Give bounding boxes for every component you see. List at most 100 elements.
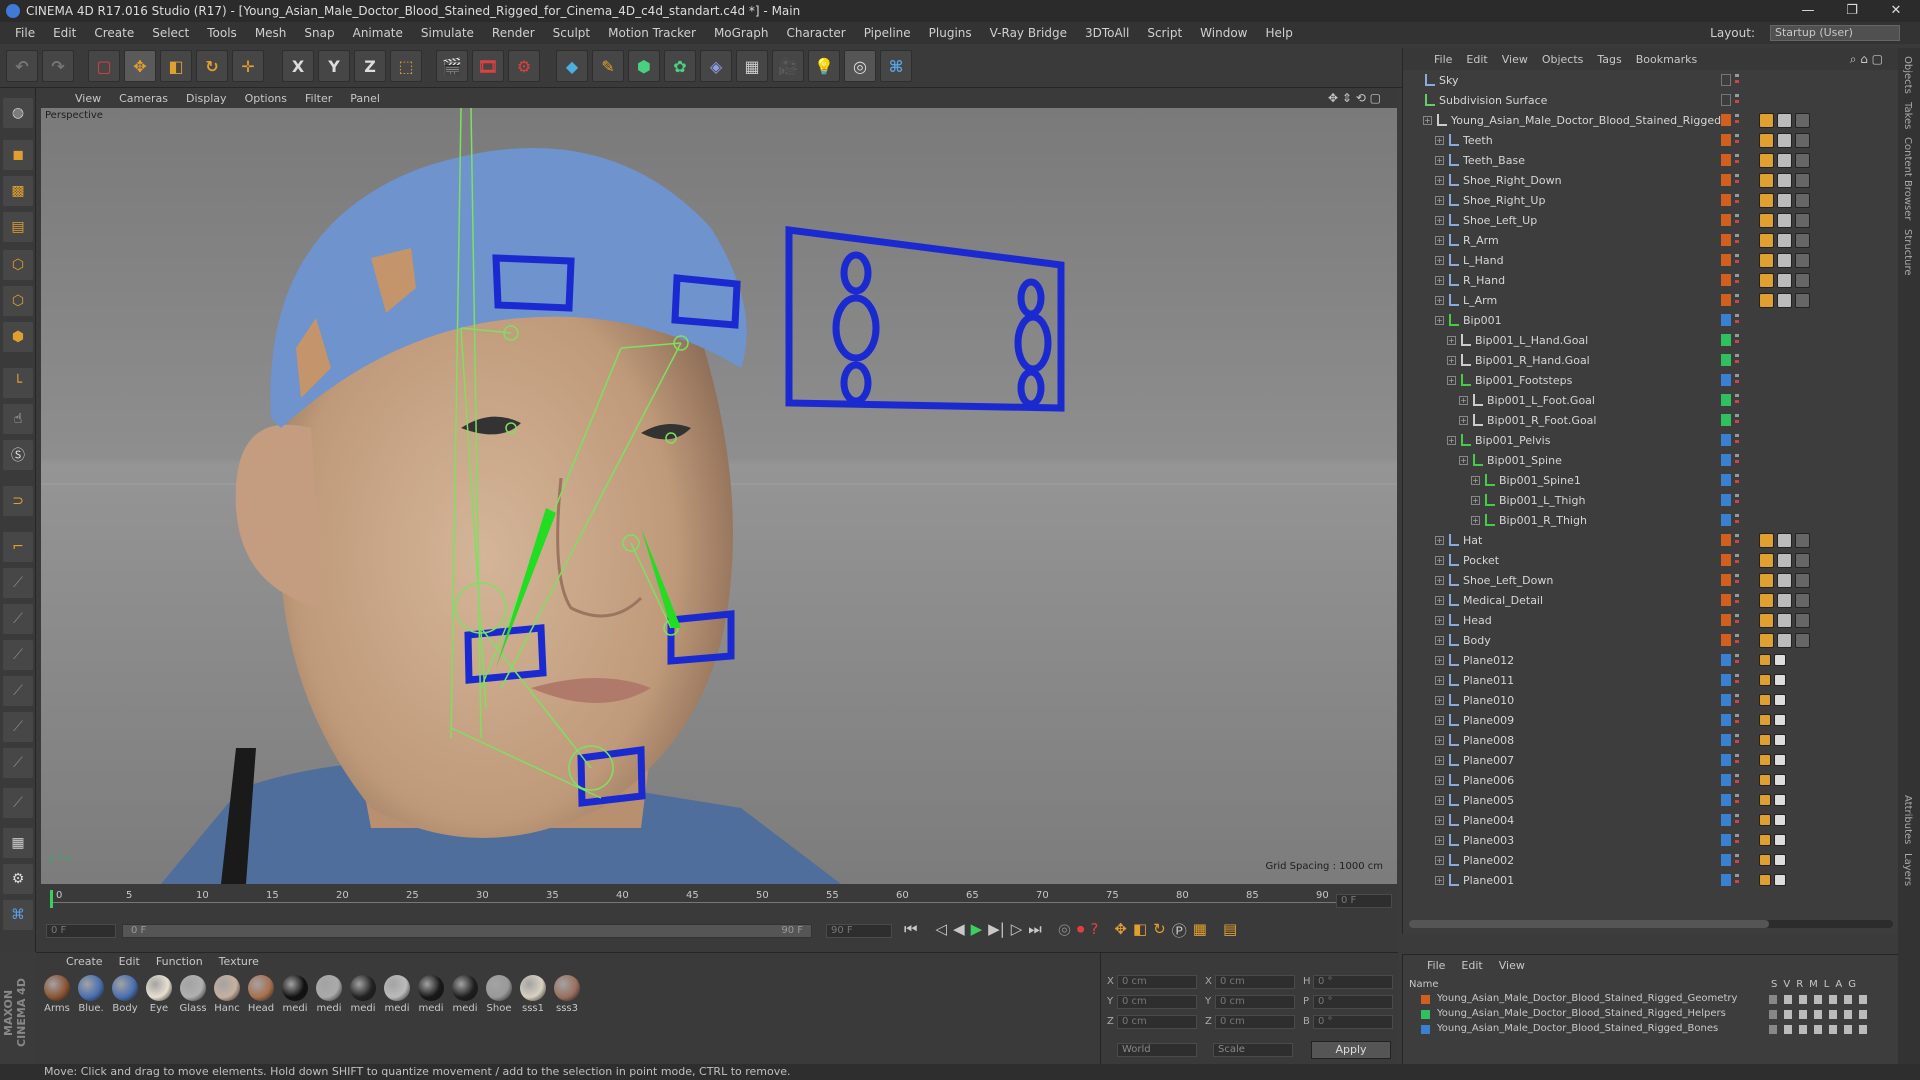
layer-empty-chip[interactable] bbox=[1721, 74, 1731, 86]
object-tag-icon[interactable] bbox=[1759, 232, 1774, 248]
layer-color-chip[interactable] bbox=[1721, 574, 1731, 586]
visibility-dots-icon[interactable] bbox=[1735, 434, 1739, 446]
layer-color-chip[interactable] bbox=[1721, 294, 1731, 306]
layer-color-chip[interactable] bbox=[1421, 1010, 1430, 1019]
visibility-dots-icon[interactable] bbox=[1735, 594, 1739, 606]
autokey-icon[interactable]: ⏺ bbox=[1077, 920, 1085, 941]
render-settings-icon[interactable]: ⚙ bbox=[508, 50, 540, 82]
visibility-dots-icon[interactable] bbox=[1735, 754, 1739, 766]
viewport-menu-view[interactable]: View bbox=[66, 92, 110, 105]
object-row[interactable]: + Shoe_Left_Down bbox=[1403, 570, 1899, 590]
object-tag-icon[interactable] bbox=[1774, 774, 1786, 786]
grid-snap-icon[interactable]: ▦ bbox=[3, 828, 33, 858]
edges-mode-icon[interactable]: ⬡ bbox=[3, 286, 33, 316]
pla-key-icon[interactable]: ▦ bbox=[1193, 920, 1207, 941]
deformer-icon[interactable]: ◈ bbox=[700, 50, 732, 82]
layout-dropdown[interactable]: Startup (User) bbox=[1770, 25, 1900, 41]
play-icon[interactable]: ▶ bbox=[971, 920, 983, 941]
expand-toggle-icon[interactable]: + bbox=[1435, 315, 1444, 325]
material-swatch[interactable]: medi bbox=[382, 975, 412, 1014]
rotation-key-icon[interactable]: ↻ bbox=[1153, 920, 1166, 941]
material-swatch[interactable]: medi bbox=[348, 975, 378, 1014]
object-tag-icon[interactable] bbox=[1774, 734, 1786, 746]
coord-field[interactable]: 0 cm bbox=[1215, 975, 1295, 989]
layer-color-chip[interactable] bbox=[1721, 454, 1731, 466]
object-row[interactable]: + Plane001 bbox=[1403, 870, 1899, 890]
object-tag-icon[interactable] bbox=[1759, 794, 1771, 806]
layer-flag-icon[interactable] bbox=[1769, 995, 1777, 1004]
object-tag-icon[interactable] bbox=[1795, 592, 1810, 608]
layer-menu-edit[interactable]: Edit bbox=[1461, 959, 1482, 972]
layer-color-chip[interactable] bbox=[1721, 814, 1731, 826]
scale-tool-icon[interactable]: ◧ bbox=[160, 50, 192, 82]
layer-flag-icon[interactable] bbox=[1769, 1010, 1777, 1019]
object-row[interactable]: + Shoe_Right_Up bbox=[1403, 190, 1899, 210]
visibility-dots-icon[interactable] bbox=[1735, 394, 1739, 406]
object-tag-icon[interactable] bbox=[1777, 172, 1792, 188]
menu-edit[interactable]: Edit bbox=[44, 26, 85, 40]
layer-flag-icon[interactable] bbox=[1844, 1010, 1852, 1019]
object-row[interactable]: + Plane011 bbox=[1403, 670, 1899, 690]
visibility-dots-icon[interactable] bbox=[1735, 254, 1739, 266]
render-picture-viewer-icon[interactable]: 🎞 bbox=[472, 50, 504, 82]
viewport-menu-filter[interactable]: Filter bbox=[296, 92, 341, 105]
material-swatch[interactable]: Blue. bbox=[76, 975, 106, 1014]
visibility-dots-icon[interactable] bbox=[1735, 354, 1739, 366]
expand-toggle-icon[interactable]: + bbox=[1435, 695, 1444, 705]
layer-color-chip[interactable] bbox=[1721, 134, 1731, 146]
object-tag-icon[interactable] bbox=[1759, 854, 1771, 866]
object-tag-icon[interactable] bbox=[1777, 112, 1792, 128]
magnet-icon[interactable]: ⊃ bbox=[3, 486, 33, 516]
layer-flag-icon[interactable] bbox=[1859, 995, 1867, 1004]
coord-field[interactable]: 0 cm bbox=[1117, 975, 1197, 989]
expand-toggle-icon[interactable]: + bbox=[1447, 335, 1456, 345]
obj-menu-objects[interactable]: Objects bbox=[1535, 53, 1591, 66]
object-row[interactable]: + Hat bbox=[1403, 530, 1899, 550]
object-tag-icon[interactable] bbox=[1774, 834, 1786, 846]
quantize-icon[interactable]: ⌐ bbox=[3, 532, 33, 562]
object-tag-icon[interactable] bbox=[1774, 794, 1786, 806]
menu-plugins[interactable]: Plugins bbox=[920, 26, 981, 40]
layer-flag-icon[interactable] bbox=[1829, 1025, 1837, 1034]
object-tag-icon[interactable] bbox=[1777, 632, 1792, 648]
layer-color-chip[interactable] bbox=[1721, 554, 1731, 566]
material-swatch[interactable]: Shoe bbox=[484, 975, 514, 1014]
menu-motion-tracker[interactable]: Motion Tracker bbox=[599, 26, 705, 40]
object-tag-icon[interactable] bbox=[1777, 532, 1792, 548]
visibility-dots-icon[interactable] bbox=[1735, 294, 1739, 306]
expand-toggle-icon[interactable]: + bbox=[1447, 355, 1456, 365]
object-tag-icon[interactable] bbox=[1774, 694, 1786, 706]
expand-toggle-icon[interactable]: + bbox=[1447, 375, 1456, 385]
timeline-playhead[interactable] bbox=[50, 890, 53, 908]
expand-toggle-icon[interactable]: + bbox=[1435, 555, 1444, 565]
object-row[interactable]: + Plane009 bbox=[1403, 710, 1899, 730]
object-row[interactable]: + Bip001_R_Hand.Goal bbox=[1403, 350, 1899, 370]
object-row[interactable]: + Teeth bbox=[1403, 130, 1899, 150]
visibility-dots-icon[interactable] bbox=[1735, 174, 1739, 186]
menu-file[interactable]: File bbox=[6, 26, 44, 40]
tab-objects[interactable]: Objects bbox=[1902, 56, 1913, 94]
object-row[interactable]: + Bip001_Pelvis bbox=[1403, 430, 1899, 450]
object-row[interactable]: + Plane005 bbox=[1403, 790, 1899, 810]
visibility-dots-icon[interactable] bbox=[1735, 674, 1739, 686]
expand-toggle-icon[interactable]: + bbox=[1435, 835, 1444, 845]
object-tag-icon[interactable] bbox=[1795, 112, 1810, 128]
obj-search-home-icons[interactable]: ⌕ ⌂ ▢ bbox=[1843, 52, 1890, 67]
texture-mode-icon[interactable]: ▩ bbox=[3, 176, 33, 206]
material-swatch[interactable]: sss3 bbox=[552, 975, 582, 1014]
expand-toggle-icon[interactable]: + bbox=[1435, 295, 1444, 305]
layer-color-chip[interactable] bbox=[1721, 354, 1731, 366]
sculpt-tool-icon[interactable]: ⟋ bbox=[3, 712, 33, 742]
layer-empty-chip[interactable] bbox=[1721, 94, 1731, 106]
layer-color-chip[interactable] bbox=[1721, 694, 1731, 706]
visibility-dots-icon[interactable] bbox=[1735, 514, 1739, 526]
object-tag-icon[interactable] bbox=[1777, 272, 1792, 288]
expand-toggle-icon[interactable]: + bbox=[1435, 535, 1444, 545]
object-tag-icon[interactable] bbox=[1759, 572, 1774, 588]
cube-primitive-icon[interactable]: ◆ bbox=[556, 50, 588, 82]
prev-key-icon[interactable]: ◁ bbox=[936, 920, 948, 941]
visibility-dots-icon[interactable] bbox=[1735, 794, 1739, 806]
layer-color-chip[interactable] bbox=[1721, 214, 1731, 226]
array-generator-icon[interactable]: ✿ bbox=[664, 50, 696, 82]
expand-toggle-icon[interactable]: + bbox=[1471, 515, 1480, 525]
